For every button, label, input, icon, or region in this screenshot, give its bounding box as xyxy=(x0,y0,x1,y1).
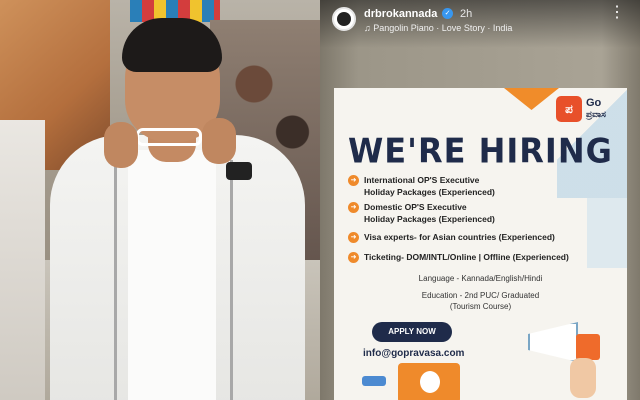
education-requirement: Education - 2nd PUC/ Graduated xyxy=(421,291,540,300)
verified-badge-icon: ✓ xyxy=(442,8,453,19)
megaphone-illustration xyxy=(524,308,614,400)
megaphone-grip xyxy=(576,334,600,360)
wristwatch xyxy=(226,162,252,180)
job-item: ➜ International OP'S Executive Holiday P… xyxy=(348,174,608,200)
more-vertical-icon[interactable]: ⋮ xyxy=(609,5,625,28)
hand-illustration xyxy=(570,358,596,398)
decor-triangle xyxy=(504,88,559,110)
job-item: ➜ Ticketing- DOM/INTL/Online | Offline (… xyxy=(348,251,608,265)
hiring-poster: ಪ Go ಪ್ರವಾಸ WE'RE HIRING ➜ International… xyxy=(334,88,627,400)
job-line: Ticketing- DOM/INTL/Online | Offline (Ex… xyxy=(364,252,569,262)
story-username[interactable]: drbrokannada xyxy=(364,8,437,20)
story-music[interactable]: ♫ Pangolin Piano · Love Story · India xyxy=(364,23,512,33)
logo-mark: ಪ xyxy=(556,96,582,122)
story-header: drbrokannada ✓ 2h ♫ Pangolin Piano · Lov… xyxy=(320,0,640,48)
job-line: Visa experts- for Asian countries (Exper… xyxy=(364,232,555,242)
undershirt xyxy=(128,150,216,400)
arrow-right-icon: ➜ xyxy=(348,232,359,243)
passerby xyxy=(0,120,45,400)
job-line: International OP'S Executive Holiday Pac… xyxy=(364,175,495,197)
arrow-right-icon: ➜ xyxy=(348,175,359,186)
arrow-right-icon: ➜ xyxy=(348,252,359,263)
logo-brand-sub: ಪ್ರವಾಸ xyxy=(586,109,606,119)
apply-now-button[interactable]: APPLY NOW xyxy=(372,322,452,342)
story-time: 2h xyxy=(460,8,473,20)
arrow-right-icon: ➜ xyxy=(348,202,359,213)
hair xyxy=(122,18,222,72)
right-hand xyxy=(202,118,236,164)
white-glasses xyxy=(136,128,202,146)
poster-title: WE'RE HIRING xyxy=(348,131,613,171)
language-requirement: Language - Kannada/English/Hindi xyxy=(418,274,543,283)
job-item: ➜ Domestic OP'S Executive Holiday Packag… xyxy=(348,201,608,227)
avatar[interactable] xyxy=(332,7,356,31)
suitcase-illustration xyxy=(398,363,460,400)
person-icon xyxy=(420,371,440,393)
shirt-stripe xyxy=(114,160,117,400)
left-hand xyxy=(104,122,138,168)
logo-brand: Go xyxy=(586,97,602,109)
avatar-image xyxy=(337,12,351,26)
man-with-glasses xyxy=(40,10,310,400)
megaphone-icon xyxy=(528,322,578,362)
story-panel[interactable]: drbrokannada ✓ 2h ♫ Pangolin Piano · Lov… xyxy=(320,0,640,400)
contact-email[interactable]: info@gopravasa.com xyxy=(363,348,464,359)
gopravasa-logo: ಪ Go ಪ್ರವಾಸ xyxy=(556,96,616,122)
job-item: ➜ Visa experts- for Asian countries (Exp… xyxy=(348,231,608,245)
job-line: Domestic OP'S Executive Holiday Packages… xyxy=(364,202,495,224)
plane-icon xyxy=(362,376,386,386)
background-photo xyxy=(0,0,320,400)
shirt-stripe xyxy=(230,160,233,400)
